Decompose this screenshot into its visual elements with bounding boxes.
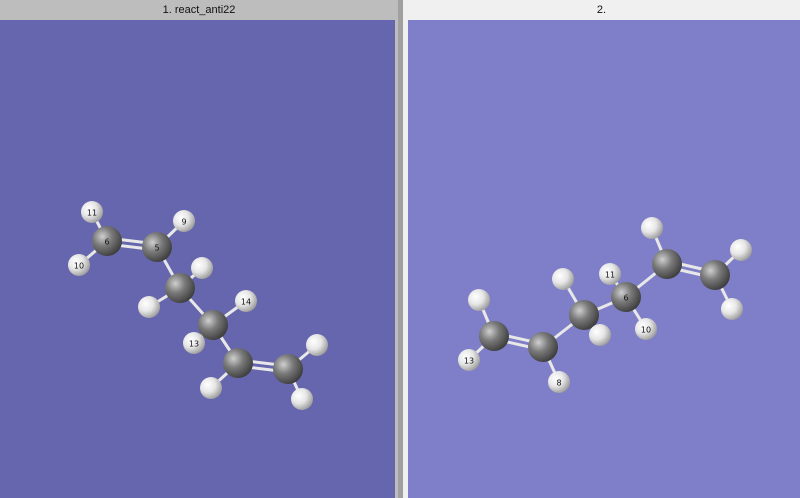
carbon-atom <box>165 273 195 303</box>
hydrogen-atom <box>138 296 160 318</box>
hydrogen-atom <box>641 217 663 239</box>
molecule-structure[interactable]: 11 6 10 5 9 14 13 <box>0 20 395 498</box>
hydrogen-atom <box>200 377 222 399</box>
hydrogen-atom <box>721 298 743 320</box>
hydrogen-atom <box>291 388 313 410</box>
atom-label: 11 <box>605 271 615 280</box>
hydrogen-atom <box>589 324 611 346</box>
bonds <box>467 227 743 383</box>
hydrogen-atom <box>730 239 752 261</box>
carbon-atom <box>198 310 228 340</box>
atom-label: 10 <box>641 326 651 335</box>
atom-label: 13 <box>189 340 199 349</box>
atom-label: 14 <box>241 298 251 307</box>
atom-label: 9 <box>181 218 186 227</box>
hydrogen-atom <box>552 268 574 290</box>
window-title: 2. <box>596 4 607 16</box>
atom-label: 6 <box>623 294 628 303</box>
atom-label: 5 <box>154 244 159 253</box>
hydrogen-atom <box>468 289 490 311</box>
hydrogen-atom <box>306 334 328 356</box>
carbon-atom <box>700 260 730 290</box>
molecule-viewport[interactable]: 11 6 10 5 9 14 13 <box>0 20 395 498</box>
atom-label: 11 <box>87 209 97 218</box>
carbon-atom <box>479 321 509 351</box>
atom-label: 6 <box>104 238 109 247</box>
carbon-atom <box>273 354 303 384</box>
molecule-structure[interactable]: 13 8 11 6 10 <box>408 20 800 498</box>
carbon-atom <box>223 348 253 378</box>
window-title: 1. react_anti22 <box>162 4 236 16</box>
atom-label: 13 <box>464 357 474 366</box>
carbon-atom <box>528 332 558 362</box>
molecule-window-1: 1. react_anti22 11 6 10 5 9 14 13 <box>0 0 398 498</box>
carbon-atom <box>652 249 682 279</box>
molecule-window-2: 2. 13 8 11 6 10 <box>403 0 800 498</box>
molecule-viewport[interactable]: 13 8 11 6 10 <box>408 20 800 498</box>
atom-label: 8 <box>556 379 561 388</box>
hydrogen-atom <box>191 257 213 279</box>
atom-label: 10 <box>74 262 84 271</box>
atoms <box>68 201 328 410</box>
